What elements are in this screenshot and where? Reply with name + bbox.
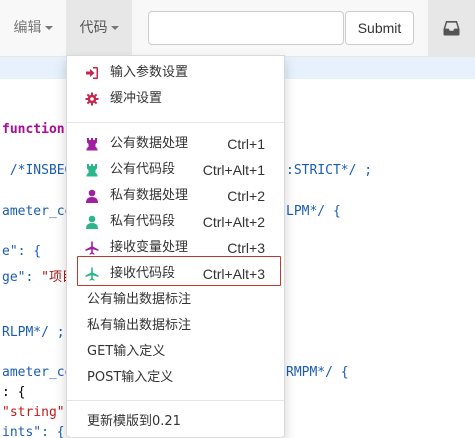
code-line: ints": { xyxy=(2,425,65,438)
code-menu-label: 代码 xyxy=(79,20,108,36)
menu-item-label: 私有输出数据标注 xyxy=(87,318,192,333)
menu-item-label: 输入参数设置 xyxy=(110,65,189,80)
submit-button[interactable]: Submit xyxy=(345,11,414,45)
inbox-icon xyxy=(443,21,460,36)
sign-in-icon xyxy=(86,67,98,79)
code-menu[interactable]: 代码 xyxy=(66,0,132,57)
edit-menu[interactable]: 编辑 xyxy=(0,0,66,57)
edit-menu-label: 编辑 xyxy=(13,20,42,36)
code-line: e": { xyxy=(2,244,42,259)
code-line: ameter_co xyxy=(2,204,73,219)
menu-item-label: 公有数据处理 xyxy=(110,136,189,151)
inbox-button[interactable] xyxy=(428,0,475,57)
menu-item-input-params[interactable]: 输入参数设置 xyxy=(67,60,284,86)
menu-item-public-output[interactable]: 公有输出数据标注 xyxy=(67,287,284,313)
menu-divider xyxy=(67,122,284,123)
user-icon xyxy=(86,215,98,229)
menu-item-shortcut: Ctrl+Alt+1 xyxy=(202,162,265,178)
menu-item-public-data[interactable]: 公有数据处理 Ctrl+1 xyxy=(67,131,284,157)
code-line: /*INSBEG xyxy=(2,163,73,178)
menu-item-label: 私有代码段 xyxy=(110,214,176,229)
menu-item-label: 私有数据处理 xyxy=(110,188,189,203)
rook-icon xyxy=(86,164,98,177)
menu-item-label: GET输入定义 xyxy=(87,344,166,359)
menu-item-post-input[interactable]: POST输入定义 xyxy=(67,365,284,391)
code-line-tail: RMPM*/ { xyxy=(286,365,349,380)
menu-item-private-data[interactable]: 私有数据处理 Ctrl+2 xyxy=(67,183,284,209)
menu-item-get-input[interactable]: GET输入定义 xyxy=(67,339,284,365)
menu-item-label: 更新模版到0.21 xyxy=(87,414,181,429)
code-line: function xyxy=(2,122,65,137)
code-line: ge": "项目 xyxy=(2,270,75,285)
menu-item-private-output[interactable]: 私有输出数据标注 xyxy=(67,313,284,339)
plane-icon xyxy=(85,241,99,255)
code-line-tail: LPM*/ { xyxy=(286,204,341,219)
menu-item-private-code[interactable]: 私有代码段 Ctrl+Alt+2 xyxy=(67,209,284,235)
rook-icon xyxy=(86,138,98,151)
search-input[interactable] xyxy=(148,11,344,45)
menu-divider xyxy=(67,400,284,401)
caret-down-icon xyxy=(44,26,53,30)
code-dropdown-menu: 输入参数设置 缓冲设置 公有数据处理 Ctrl+1 公有代码段 Ctrl+Alt… xyxy=(66,55,285,438)
code-line: : { xyxy=(2,385,26,400)
menu-item-shortcut: Ctrl+1 xyxy=(227,136,265,152)
menu-item-shortcut: Ctrl+2 xyxy=(227,188,265,204)
navbar: 编辑 代码 Submit xyxy=(0,0,475,57)
user-icon xyxy=(86,189,98,203)
code-line: "string" xyxy=(2,405,65,420)
menu-item-update-template[interactable]: 更新模版到0.21 xyxy=(67,409,284,435)
menu-item-label: POST输入定义 xyxy=(87,370,174,385)
menu-item-label: 公有输出数据标注 xyxy=(87,292,192,307)
highlight-outline xyxy=(77,256,281,286)
code-line: ameter_co xyxy=(2,365,73,380)
menu-item-buffer-settings[interactable]: 缓冲设置 xyxy=(67,86,284,112)
code-line-tail: :STRICT*/ ; xyxy=(286,163,373,178)
gear-icon xyxy=(85,92,99,106)
menu-item-shortcut: Ctrl+Alt+2 xyxy=(202,214,265,230)
code-line: RLPM*/ ; xyxy=(2,325,65,340)
caret-down-icon xyxy=(110,26,119,30)
menu-item-label: 公有代码段 xyxy=(110,162,176,177)
menu-item-public-code[interactable]: 公有代码段 Ctrl+Alt+1 xyxy=(67,157,284,183)
menu-item-label: 缓冲设置 xyxy=(110,91,163,106)
